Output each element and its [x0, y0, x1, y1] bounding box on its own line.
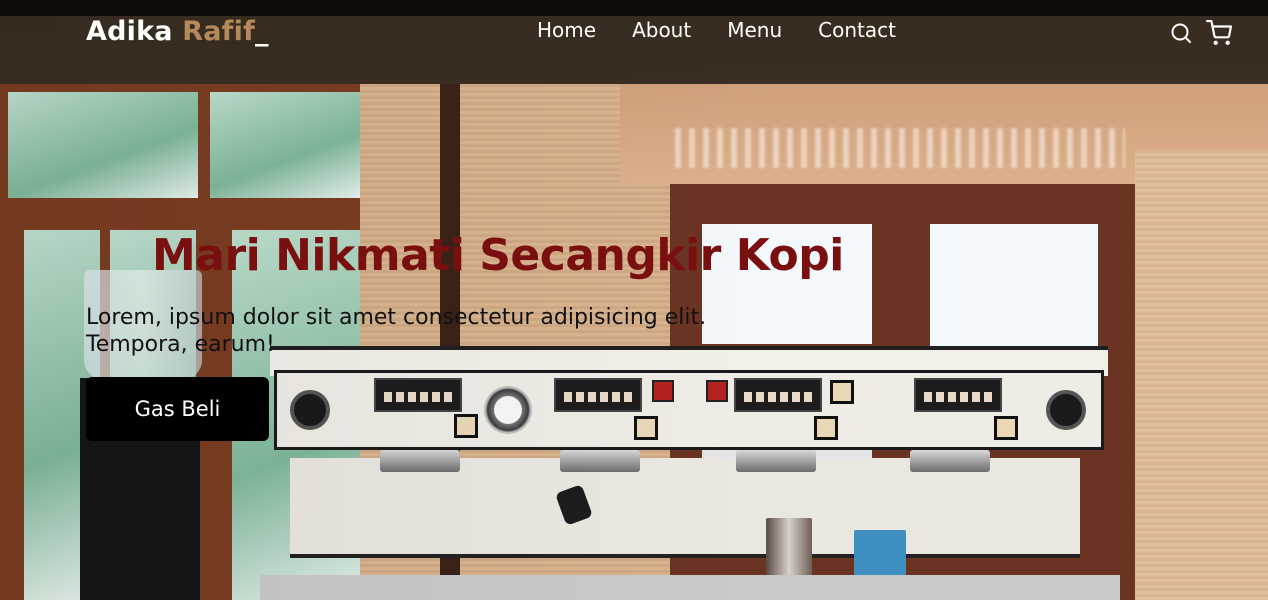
hero-title: Mari Nikmati Secangkir Kopi: [152, 230, 844, 281]
brand-suffix: _: [255, 16, 269, 47]
search-icon[interactable]: [1168, 20, 1194, 46]
buy-now-button[interactable]: Gas Beli: [86, 377, 269, 441]
brand-name: Adika: [86, 16, 173, 47]
brand-accent: Rafif: [182, 16, 256, 47]
hero-paragraph: Lorem, ipsum dolor sit amet consectetur …: [86, 305, 707, 357]
nav-link-menu[interactable]: Menu: [727, 18, 782, 42]
brand-logo[interactable]: Adika Rafif_: [86, 16, 269, 47]
shopping-cart-icon[interactable]: [1206, 20, 1232, 46]
nav-links: Home About Menu Contact: [537, 18, 932, 42]
nav-link-about[interactable]: About: [632, 18, 691, 42]
nav-link-home[interactable]: Home: [537, 18, 596, 42]
nav-link-contact[interactable]: Contact: [818, 18, 896, 42]
navbar: Adika Rafif_ Home About Menu Contact: [0, 0, 1268, 84]
nav-icons: [1168, 20, 1232, 46]
hero-background-image: [0, 0, 1268, 600]
